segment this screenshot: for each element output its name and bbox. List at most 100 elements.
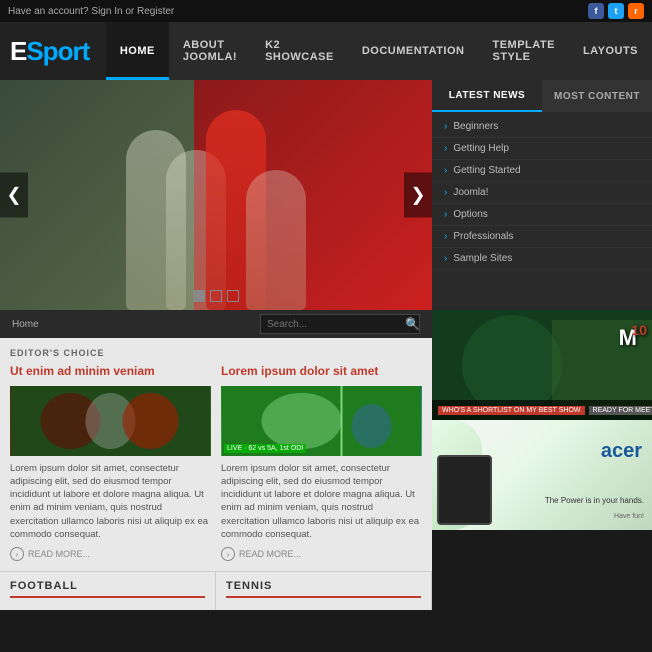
tennis-card: TENNIS (216, 572, 432, 610)
slider-dot-2[interactable] (210, 290, 222, 302)
account-text: Have an account? (8, 6, 89, 17)
read-more-button-1[interactable]: › READ MORE... (10, 547, 211, 561)
acer-advertisement: acer The Power is in your hands. Have fu… (432, 420, 652, 530)
search-input[interactable] (261, 319, 405, 330)
player-figure-4 (246, 170, 306, 310)
breadcrumb: Home 🔍 (0, 310, 432, 338)
chevron-icon-2: › (444, 143, 447, 154)
or-text: or (125, 6, 134, 17)
news-item-getting-started[interactable]: › Getting Started (432, 160, 652, 182)
header: ESport HOME ABOUT JOOMLA! K2 SHOWCASE DO… (0, 22, 652, 80)
slider-background (0, 80, 432, 310)
football-title: FOOTBALL (10, 580, 205, 598)
slider-figures (0, 80, 432, 310)
slider-dot-1[interactable] (193, 290, 205, 302)
video-title-accent: 10 (631, 322, 647, 338)
acer-ad-block: acer The Power is in your hands. Have fu… (432, 420, 652, 530)
acer-tagline: The Power is in your hands. (545, 496, 644, 505)
nav-docs[interactable]: DOCUMENTATION (348, 22, 479, 80)
nav-home[interactable]: HOME (106, 22, 169, 80)
top-bar: Have an account? Sign In or Register f t… (0, 0, 652, 22)
news-item-joomla[interactable]: › Joomla! (432, 182, 652, 204)
breadcrumb-home[interactable]: Home (12, 319, 39, 330)
read-more-label-2: READ MORE... (239, 549, 301, 559)
rss-icon[interactable]: r (628, 3, 644, 19)
signin-link[interactable]: Sign In (91, 6, 122, 17)
slider-dot-3[interactable] (227, 290, 239, 302)
slider: ❮ ❯ (0, 80, 432, 310)
logo-sport: Sport (26, 36, 89, 67)
article-text-1: Lorem ipsum dolor sit amet, consectetur … (10, 462, 211, 542)
read-more-label-1: READ MORE... (28, 549, 90, 559)
video-block: M 10 ▶ WHO'S A SHORTLIST ON MY BEST SHOW… (432, 310, 652, 420)
article-image-2: LIVE · 62 vs 5A, 1st ODI (221, 386, 422, 456)
news-item-label-2: Getting Help (453, 143, 509, 154)
tab-latest-news[interactable]: LATEST NEWS (432, 80, 542, 112)
news-item-label-5: Options (453, 209, 487, 220)
news-panel: LATEST NEWS MOST CONTENT › Beginners › G… (432, 80, 652, 310)
article-title-2[interactable]: Lorem ipsum dolor sit amet (221, 364, 422, 380)
news-list: › Beginners › Getting Help › Getting Sta… (432, 112, 652, 274)
articles-grid: Ut enim ad minim veniam Lorem ipsum dolo… (10, 364, 422, 561)
article-card-1: Ut enim ad minim veniam Lorem ipsum dolo… (10, 364, 211, 561)
read-more-icon-1: › (10, 547, 24, 561)
social-icons: f t r (588, 3, 644, 19)
news-item-professionals[interactable]: › Professionals (432, 226, 652, 248)
slider-next-button[interactable]: ❯ (404, 173, 432, 218)
news-item-sample-sites[interactable]: › Sample Sites (432, 248, 652, 270)
account-area: Have an account? Sign In or Register (8, 6, 174, 17)
news-tabs: LATEST NEWS MOST CONTENT (432, 80, 652, 112)
logo-e: E (10, 36, 26, 67)
editors-choice-label: EDITOR'S CHOICE (10, 348, 422, 358)
article-image-1 (10, 386, 211, 456)
nav: HOME ABOUT JOOMLA! K2 SHOWCASE DOCUMENTA… (106, 22, 652, 80)
twitter-icon[interactable]: t (608, 3, 624, 19)
chevron-icon-5: › (444, 209, 447, 220)
news-item-label-6: Professionals (453, 231, 513, 242)
nav-template[interactable]: TEMPLATE STYLE (478, 22, 568, 80)
nav-k2[interactable]: K2 SHOWCASE (251, 22, 348, 80)
news-item-label-4: Joomla! (453, 187, 488, 198)
chevron-icon-1: › (444, 121, 447, 132)
read-more-button-2[interactable]: › READ MORE... (221, 547, 422, 561)
article-card-2: Lorem ipsum dolor sit amet LIVE · 62 vs … (221, 364, 422, 561)
search-bar: 🔍 (260, 314, 420, 334)
chevron-icon-6: › (444, 231, 447, 242)
bottom-row: FOOTBALL TENNIS (0, 571, 432, 610)
football-card: FOOTBALL (0, 572, 216, 610)
read-more-icon-2: › (221, 547, 235, 561)
nav-layouts[interactable]: LAYOUTS (569, 22, 652, 80)
left-side: ❮ ❯ Home 🔍 EDITOR'S CHOICE Ut enim ad mi… (0, 80, 432, 652)
chevron-icon-3: › (444, 165, 447, 176)
article-live-label: LIVE · 62 vs 5A, 1st ODI (224, 444, 306, 453)
slider-prev-button[interactable]: ❮ (0, 173, 28, 218)
nav-about[interactable]: ABOUT JOOMLA! (169, 22, 251, 80)
tennis-title: TENNIS (226, 580, 421, 598)
article-title-1[interactable]: Ut enim ad minim veniam (10, 364, 211, 380)
news-item-beginners[interactable]: › Beginners (432, 116, 652, 138)
acer-tablet-image (437, 455, 492, 525)
chevron-icon-7: › (444, 253, 447, 264)
slider-dots (193, 290, 239, 302)
article-text-2: Lorem ipsum dolor sit amet, consectetur … (221, 462, 422, 542)
main-content: ❮ ❯ Home 🔍 EDITOR'S CHOICE Ut enim ad mi… (0, 80, 652, 652)
news-item-label-1: Beginners (453, 121, 498, 132)
acer-slogan: Have fun! (614, 513, 644, 520)
acer-logo: acer (601, 440, 642, 463)
register-link[interactable]: Register (137, 6, 174, 17)
search-button[interactable]: 🔍 (405, 314, 420, 334)
news-item-label-7: Sample Sites (453, 253, 512, 264)
news-item-options[interactable]: › Options (432, 204, 652, 226)
chevron-icon-4: › (444, 187, 447, 198)
news-item-label-3: Getting Started (453, 165, 520, 176)
logo: ESport (0, 22, 106, 80)
badge-text-1: WHO'S A SHORTLIST ON MY BEST SHOW (438, 406, 585, 415)
badge-text-2: READY FOR MEETING WITH (589, 406, 652, 415)
news-item-getting-help[interactable]: › Getting Help (432, 138, 652, 160)
right-side: LATEST NEWS MOST CONTENT › Beginners › G… (432, 80, 652, 652)
articles-area: EDITOR'S CHOICE Ut enim ad minim veniam (0, 338, 432, 571)
video-thumbnail: M 10 ▶ WHO'S A SHORTLIST ON MY BEST SHOW… (432, 310, 652, 420)
video-badge: WHO'S A SHORTLIST ON MY BEST SHOW READY … (432, 400, 652, 420)
facebook-icon[interactable]: f (588, 3, 604, 19)
tab-most-content[interactable]: MOST CONTENT (542, 80, 652, 112)
